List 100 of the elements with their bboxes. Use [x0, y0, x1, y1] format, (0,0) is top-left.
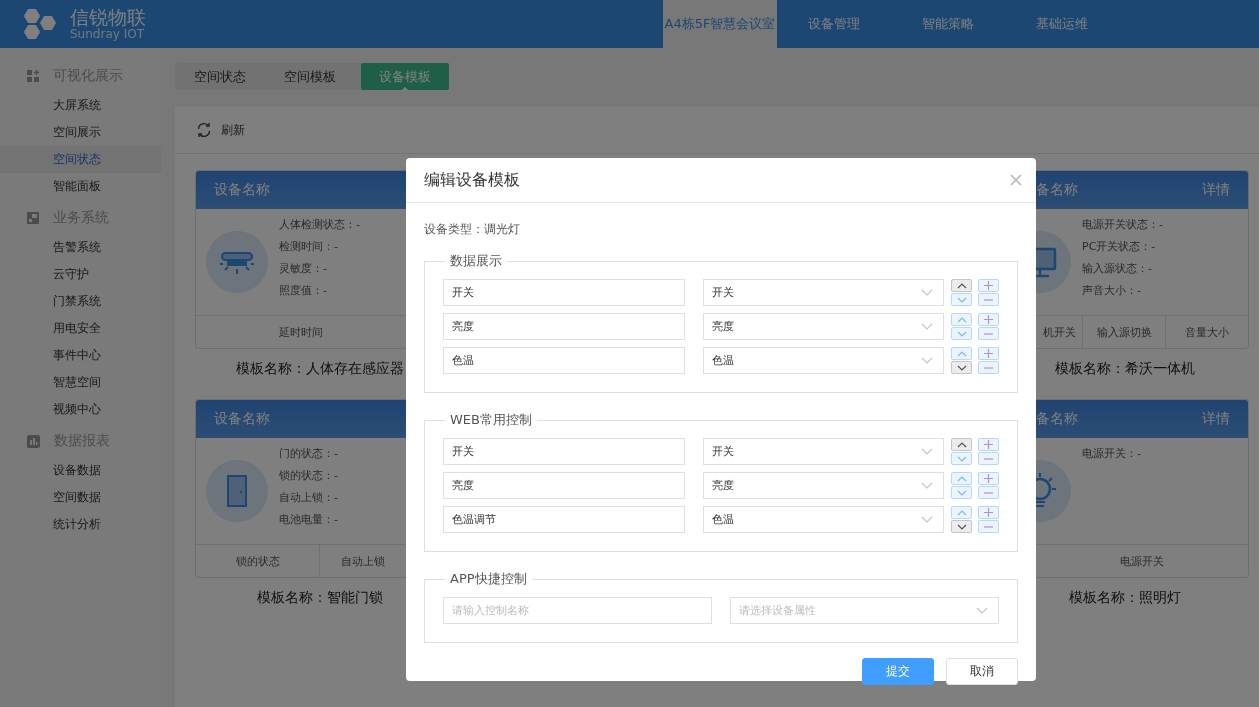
name-field[interactable]: 亮度 — [443, 472, 685, 499]
sidebar-item[interactable]: 事件中心 — [0, 342, 161, 369]
sidebar-item[interactable]: 智慧空间 — [0, 369, 161, 396]
name-field[interactable]: 开关 — [443, 279, 685, 306]
remove-button[interactable] — [978, 327, 999, 340]
details-link[interactable]: 详情 — [1202, 410, 1230, 428]
sidebar-item[interactable]: 大屏系统 — [0, 92, 161, 119]
plus-icon — [984, 315, 993, 324]
action-cell[interactable]: 机开关 — [1036, 316, 1082, 348]
bar-chart-icon — [27, 434, 40, 448]
nav-tab[interactable]: A4栋5F智慧会议室 — [663, 0, 777, 48]
name-field[interactable]: 色温调节 — [443, 506, 685, 533]
remove-button[interactable] — [978, 361, 999, 374]
nav-tab[interactable]: 智能策略 — [891, 0, 1005, 48]
submit-button[interactable]: 提交 — [862, 658, 934, 685]
plus-icon — [984, 440, 993, 449]
chevron-up-icon — [956, 282, 967, 289]
dialog-title: 编辑设备模板 — [424, 169, 520, 191]
sidebar-item[interactable]: 空间状态 — [0, 146, 161, 173]
close-icon — [1010, 174, 1022, 186]
property-text: 声音大小：- — [1082, 284, 1142, 298]
chevron-down-icon — [976, 607, 988, 614]
card-title: 备名称 — [1036, 410, 1078, 428]
chevron-down-icon — [921, 357, 933, 364]
sidebar-item[interactable]: 云守护 — [0, 261, 161, 288]
property-text: 照度值：- — [279, 284, 328, 298]
add-button[interactable] — [978, 279, 999, 292]
minus-icon — [984, 332, 993, 335]
chevron-up-icon — [956, 509, 967, 516]
chevron-down-icon — [921, 323, 933, 330]
attribute-select[interactable]: 亮度 — [703, 472, 944, 499]
template-name: 模板名称：人体存在感应器 — [235, 359, 405, 378]
add-button[interactable] — [978, 347, 999, 360]
tab[interactable]: 空间状态 — [175, 63, 265, 90]
action-cell[interactable]: 锁的状态 — [196, 545, 319, 577]
plus-icon — [984, 281, 993, 290]
minus-icon — [984, 491, 993, 494]
plus-icon — [984, 349, 993, 358]
attribute-select[interactable]: 色温 — [703, 347, 944, 374]
refresh-icon — [196, 122, 212, 138]
add-button[interactable] — [978, 506, 999, 519]
sidebar-item[interactable]: 门禁系统 — [0, 288, 161, 315]
minus-icon — [984, 298, 993, 301]
name-field[interactable]: 色温 — [443, 347, 685, 374]
cancel-button[interactable]: 取消 — [946, 658, 1018, 685]
refresh-button[interactable]: 刷新 — [196, 121, 245, 139]
plus-icon — [984, 508, 993, 517]
property-text: 电源开关状态：- — [1082, 218, 1163, 232]
grid-icon — [27, 70, 39, 82]
attribute-select[interactable]: 开关 — [703, 279, 944, 306]
sidebar-item[interactable]: 智能面板 — [0, 173, 161, 200]
chevron-down-icon — [921, 482, 933, 489]
property-text: 人体检测状态：- — [279, 218, 360, 232]
property-text: 灵敏度：- — [279, 262, 328, 276]
action-cell[interactable]: 输入源切换 — [1082, 316, 1165, 348]
remove-button[interactable] — [978, 486, 999, 499]
add-button[interactable] — [978, 472, 999, 485]
name-field[interactable]: 亮度 — [443, 313, 685, 340]
brand-subtitle: Sundray IOT — [70, 27, 145, 41]
name-field[interactable]: 请输入控制名称 — [443, 597, 712, 624]
property-text: 电池电量：- — [279, 513, 338, 527]
add-button[interactable] — [978, 313, 999, 326]
sidebar-item[interactable]: 用电安全 — [0, 315, 161, 342]
chevron-down-icon — [956, 489, 967, 496]
tab[interactable]: 空间模板 — [265, 63, 355, 90]
sidebar-item[interactable]: 视频中心 — [0, 396, 161, 423]
chevron-up-icon — [956, 350, 967, 357]
chevron-down-icon — [921, 516, 933, 523]
sidebar-item[interactable]: 空间展示 — [0, 119, 161, 146]
property-text: 电源开关：- — [1082, 447, 1141, 461]
property-text: 门的状态：- — [279, 447, 338, 461]
action-cell[interactable]: 电源开关 — [1036, 545, 1248, 577]
remove-button[interactable] — [978, 520, 999, 533]
nav-tab[interactable]: 设备管理 — [777, 0, 891, 48]
template-name: 模板名称：智能门锁 — [256, 588, 384, 607]
card-title: 备名称 — [1036, 181, 1078, 199]
property-text: 检测时间：- — [279, 240, 339, 254]
chevron-down-icon — [956, 330, 967, 337]
name-field[interactable]: 开关 — [443, 438, 685, 465]
chevron-down-icon — [956, 455, 967, 462]
section-title: APP快捷控制 — [449, 570, 528, 588]
remove-button[interactable] — [978, 293, 999, 306]
attribute-select[interactable]: 开关 — [703, 438, 944, 465]
attribute-select[interactable]: 色温 — [703, 506, 944, 533]
action-cell[interactable]: 音量大小 — [1165, 316, 1248, 348]
sidebar-item[interactable]: 统计分析 — [0, 511, 161, 538]
sidebar-item[interactable]: 空间数据 — [0, 484, 161, 511]
add-button[interactable] — [978, 438, 999, 451]
chevron-down-icon — [921, 289, 933, 296]
chevron-down-icon — [956, 523, 967, 530]
sidebar-item[interactable]: 告警系统 — [0, 234, 161, 261]
door-icon — [206, 460, 268, 522]
remove-button[interactable] — [978, 452, 999, 465]
sidebar-item[interactable]: 设备数据 — [0, 457, 161, 484]
nav-tab[interactable]: 基础运维 — [1005, 0, 1119, 48]
action-cell[interactable]: 延时时间 — [196, 316, 406, 348]
minus-icon — [984, 457, 993, 460]
attribute-select[interactable]: 亮度 — [703, 313, 944, 340]
chevron-down-icon — [921, 448, 933, 455]
details-link[interactable]: 详情 — [1202, 181, 1230, 199]
